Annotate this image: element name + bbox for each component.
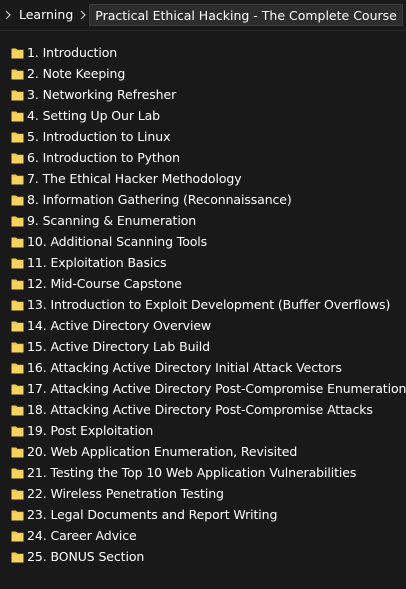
folder-label: 6. Introduction to Python (27, 150, 180, 165)
folder-icon (11, 216, 24, 227)
list-item[interactable]: 20. Web Application Enumeration, Revisit… (0, 441, 406, 462)
folder-label: 8. Information Gathering (Reconnaissance… (27, 192, 292, 207)
folder-label: 24. Career Advice (27, 528, 137, 543)
folder-icon (11, 174, 24, 185)
list-item[interactable]: 12. Mid-Course Capstone (0, 273, 406, 294)
list-item[interactable]: 8. Information Gathering (Reconnaissance… (0, 189, 406, 210)
folder-label: 12. Mid-Course Capstone (27, 276, 182, 291)
folder-label: 1. Introduction (27, 45, 118, 60)
folder-label: 25. BONUS Section (27, 549, 145, 564)
folder-icon (11, 447, 24, 458)
list-item[interactable]: 24. Career Advice (0, 525, 406, 546)
folder-label: 3. Networking Refresher (27, 87, 177, 102)
folder-label: 19. Post Exploitation (27, 423, 154, 438)
list-item[interactable]: 18. Attacking Active Directory Post-Comp… (0, 399, 406, 420)
folder-label: 21. Testing the Top 10 Web Application V… (27, 465, 357, 480)
folder-icon (11, 489, 24, 500)
folder-icon (11, 363, 24, 374)
list-item[interactable]: 23. Legal Documents and Report Writing (0, 504, 406, 525)
folder-icon (11, 237, 24, 248)
folder-label: 5. Introduction to Linux (27, 129, 171, 144)
list-item[interactable]: 16. Attacking Active Directory Initial A… (0, 357, 406, 378)
folder-label: 2. Note Keeping (27, 66, 126, 81)
list-item[interactable]: 11. Exploitation Basics (0, 252, 406, 273)
list-item[interactable]: 2. Note Keeping (0, 63, 406, 84)
chevron-right-icon[interactable] (3, 10, 13, 20)
folder-icon (11, 48, 24, 59)
folder-label: 11. Exploitation Basics (27, 255, 167, 270)
folder-label: 22. Wireless Penetration Testing (27, 486, 224, 501)
chevron-right-icon[interactable] (77, 10, 89, 20)
folder-label: 23. Legal Documents and Report Writing (27, 507, 278, 522)
list-item[interactable]: 3. Networking Refresher (0, 84, 406, 105)
folder-label: 9. Scanning & Enumeration (27, 213, 197, 228)
folder-label: 18. Attacking Active Directory Post-Comp… (27, 402, 373, 417)
list-item[interactable]: 6. Introduction to Python (0, 147, 406, 168)
list-item[interactable]: 21. Testing the Top 10 Web Application V… (0, 462, 406, 483)
list-item[interactable]: 13. Introduction to Exploit Development … (0, 294, 406, 315)
folder-icon (11, 258, 24, 269)
folder-label: 13. Introduction to Exploit Development … (27, 297, 391, 312)
list-item[interactable]: 4. Setting Up Our Lab (0, 105, 406, 126)
list-item[interactable]: 9. Scanning & Enumeration (0, 210, 406, 231)
list-item[interactable]: 25. BONUS Section (0, 546, 406, 567)
list-item[interactable]: 7. The Ethical Hacker Methodology (0, 168, 406, 189)
folder-label: 7. The Ethical Hacker Methodology (27, 171, 242, 186)
folder-icon (11, 132, 24, 143)
folder-icon (11, 90, 24, 101)
list-item[interactable]: 1. Introduction (0, 42, 406, 63)
breadcrumb-item-current[interactable]: Practical Ethical Hacking - The Complete… (89, 4, 403, 26)
folder-label: 16. Attacking Active Directory Initial A… (27, 360, 342, 375)
folder-icon (11, 531, 24, 542)
folder-icon (11, 405, 24, 416)
folder-icon (11, 342, 24, 353)
list-item[interactable]: 22. Wireless Penetration Testing (0, 483, 406, 504)
folder-icon (11, 111, 24, 122)
list-item[interactable]: 19. Post Exploitation (0, 420, 406, 441)
folder-icon (11, 426, 24, 437)
folder-icon (11, 153, 24, 164)
folder-icon (11, 195, 24, 206)
folder-label: 20. Web Application Enumeration, Revisit… (27, 444, 298, 459)
breadcrumb: Learning Practical Ethical Hacking - The… (0, 0, 406, 31)
list-item[interactable]: 15. Active Directory Lab Build (0, 336, 406, 357)
folder-icon (11, 69, 24, 80)
list-item[interactable]: 10. Additional Scanning Tools (0, 231, 406, 252)
folder-label: 17. Attacking Active Directory Post-Comp… (27, 381, 406, 396)
folder-label: 10. Additional Scanning Tools (27, 234, 208, 249)
folder-icon (11, 279, 24, 290)
folder-label: 15. Active Directory Lab Build (27, 339, 210, 354)
folder-list: 1. Introduction 2. Note Keeping 3. Network… (0, 42, 406, 567)
folder-icon (11, 321, 24, 332)
list-item[interactable]: 5. Introduction to Linux (0, 126, 406, 147)
folder-icon (11, 300, 24, 311)
folder-icon (11, 552, 24, 563)
list-item[interactable]: 14. Active Directory Overview (0, 315, 406, 336)
folder-icon (11, 384, 24, 395)
folder-label: 4. Setting Up Our Lab (27, 108, 161, 123)
folder-icon (11, 510, 24, 521)
list-item[interactable]: 17. Attacking Active Directory Post-Comp… (0, 378, 406, 399)
breadcrumb-item-learning[interactable]: Learning (15, 4, 77, 26)
folder-label: 14. Active Directory Overview (27, 318, 212, 333)
folder-icon (11, 468, 24, 479)
